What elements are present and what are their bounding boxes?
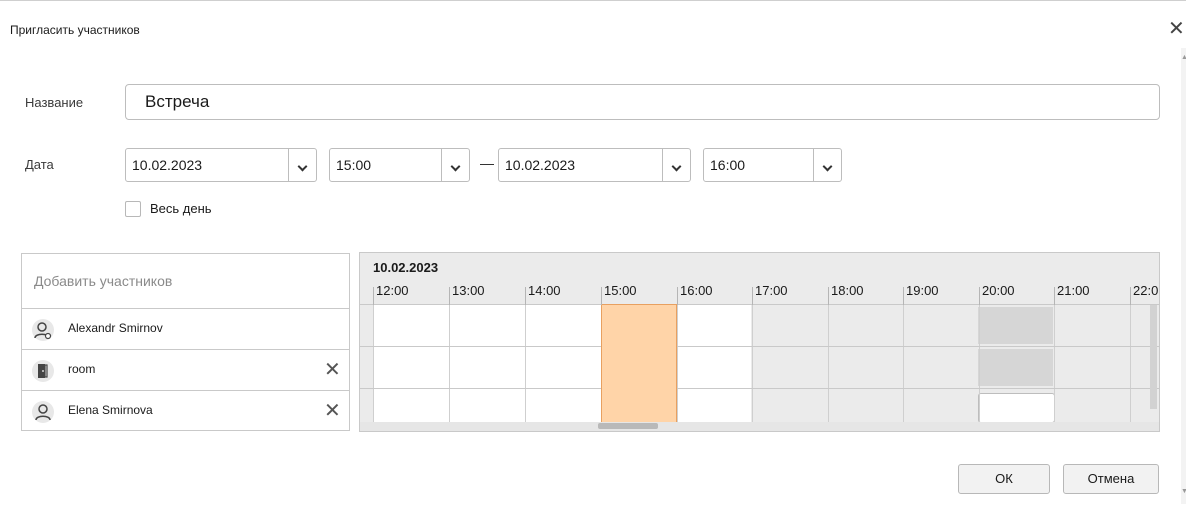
scroll-down-icon[interactable]: ▼ xyxy=(1181,488,1186,495)
horizontal-scrollbar[interactable] xyxy=(360,422,1159,431)
remove-participant-icon[interactable]: ✕ xyxy=(324,398,341,422)
hour-tick xyxy=(373,287,374,305)
hour-line xyxy=(1054,305,1055,423)
hour-label: 14:00 xyxy=(528,283,561,298)
chevron-down-icon[interactable] xyxy=(441,149,469,181)
row-line xyxy=(360,346,1159,347)
name-input[interactable]: Встреча xyxy=(125,84,1160,120)
scroll-up-icon[interactable]: ▲ xyxy=(1181,54,1186,61)
busy-block xyxy=(978,349,1053,386)
add-participants-input[interactable]: Добавить участников xyxy=(22,254,349,309)
end-date-dropdown[interactable]: 10.02.2023 xyxy=(498,148,691,182)
hour-line xyxy=(525,305,526,423)
hour-line xyxy=(449,305,450,423)
working-hours-area xyxy=(373,305,751,423)
start-date-dropdown[interactable]: 10.02.2023 xyxy=(125,148,317,182)
hour-line xyxy=(979,305,980,423)
window-top-border xyxy=(0,0,1186,1)
hour-label: 22:0 xyxy=(1133,283,1159,298)
dialog-scrollbar[interactable]: ▲ ▼ xyxy=(1181,48,1186,504)
all-day-label: Весь день xyxy=(150,201,212,216)
hour-label: 17:00 xyxy=(755,283,788,298)
name-label: Название xyxy=(25,95,84,110)
schedule-date: 10.02.2023 xyxy=(373,260,439,275)
hour-tick xyxy=(1054,287,1055,305)
vertical-scrollbar[interactable] xyxy=(1150,305,1157,409)
door-icon xyxy=(32,360,54,382)
chevron-down-icon[interactable] xyxy=(813,149,841,181)
hour-label: 13:00 xyxy=(452,283,485,298)
start-time-value: 15:00 xyxy=(336,157,372,173)
hour-tick xyxy=(1130,287,1131,305)
hour-label: 19:00 xyxy=(906,283,939,298)
participant-row[interactable]: room ✕ xyxy=(22,350,349,391)
hour-label: 21:00 xyxy=(1057,283,1090,298)
participant-row[interactable]: Elena Smirnova ✕ xyxy=(22,391,349,432)
hour-label: 12:00 xyxy=(376,283,409,298)
hour-label: 20:00 xyxy=(982,283,1015,298)
range-dash xyxy=(480,164,494,165)
hour-tick xyxy=(903,287,904,305)
start-date-value: 10.02.2023 xyxy=(132,157,203,173)
end-date-value: 10.02.2023 xyxy=(505,157,576,173)
user-icon xyxy=(32,319,54,341)
hour-tick xyxy=(979,287,980,305)
row-line xyxy=(360,304,1159,305)
user-icon xyxy=(32,401,54,423)
participant-name: Alexandr Smirnov xyxy=(68,321,163,335)
participant-name: Elena Smirnova xyxy=(68,403,153,417)
dialog-title: Пригласить участников xyxy=(10,23,140,37)
ok-button[interactable]: ОК xyxy=(958,464,1050,494)
hour-line xyxy=(373,305,374,423)
hour-tick xyxy=(752,287,753,305)
hour-tick xyxy=(828,287,829,305)
row-line xyxy=(360,388,1159,389)
hour-tick xyxy=(525,287,526,305)
hour-tick xyxy=(677,287,678,305)
hour-line xyxy=(828,305,829,423)
remove-participant-icon[interactable]: ✕ xyxy=(324,357,341,381)
hour-line xyxy=(752,305,753,423)
chevron-down-icon[interactable] xyxy=(662,149,690,181)
hour-tick xyxy=(449,287,450,305)
participants-list: Добавить участников Alexandr Smirnov roo… xyxy=(21,253,350,431)
hour-line xyxy=(903,305,904,423)
hour-label: 15:00 xyxy=(604,283,637,298)
close-icon[interactable]: ✕ xyxy=(1168,18,1186,38)
schedule-grid[interactable]: 10.02.2023 12:00 13:00 14:00 15:00 16:00… xyxy=(359,252,1160,432)
free-block xyxy=(978,393,1055,423)
start-time-dropdown[interactable]: 15:00 xyxy=(329,148,470,182)
date-label: Дата xyxy=(25,157,54,172)
selected-time-range[interactable] xyxy=(601,304,677,423)
hour-label: 16:00 xyxy=(680,283,713,298)
horizontal-scroll-thumb[interactable] xyxy=(598,423,658,429)
all-day-checkbox[interactable] xyxy=(125,201,141,217)
participant-name: room xyxy=(68,362,96,376)
chevron-down-icon[interactable] xyxy=(288,149,316,181)
hour-line xyxy=(1130,305,1131,423)
hour-label: 18:00 xyxy=(831,283,864,298)
participant-row[interactable]: Alexandr Smirnov xyxy=(22,309,349,350)
cancel-button[interactable]: Отмена xyxy=(1063,464,1159,494)
busy-block xyxy=(978,307,1053,344)
hour-line xyxy=(677,305,678,423)
hour-tick xyxy=(601,287,602,305)
end-time-dropdown[interactable]: 16:00 xyxy=(703,148,842,182)
end-time-value: 16:00 xyxy=(710,157,746,173)
